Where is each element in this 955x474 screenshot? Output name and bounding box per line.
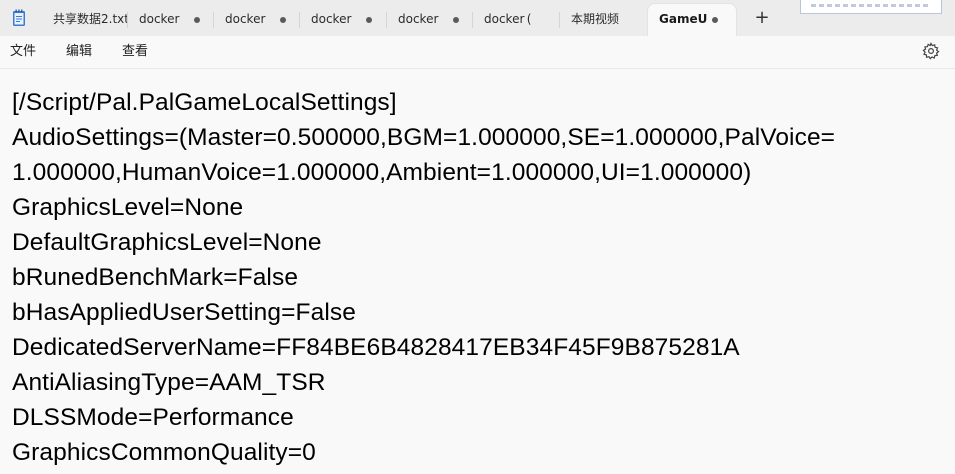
- unsaved-dot-icon: [453, 17, 459, 23]
- editor-line: bRunedBenchMark=False: [12, 264, 299, 291]
- menu-file[interactable]: 文件: [10, 36, 36, 68]
- tab-4[interactable]: docker: [300, 4, 387, 36]
- tab-label: docker: [225, 12, 266, 26]
- tab-bar: 共享数据2.txt docker docker docker docker do…: [0, 0, 955, 36]
- tab-active-gameu[interactable]: GameU: [648, 4, 736, 36]
- tab-label: GameU: [659, 12, 708, 26]
- gear-icon[interactable]: [922, 42, 940, 60]
- tab-label: docker: [398, 12, 439, 26]
- menu-view[interactable]: 查看: [122, 36, 148, 68]
- editor-line: AudioSettings=(Master=0.500000,BGM=1.000…: [12, 124, 836, 151]
- editor-line: DedicatedServerName=FF84BE6B4828417EB34F…: [12, 334, 740, 361]
- unsaved-dot-icon: [712, 17, 718, 23]
- tab-label: docker (: [484, 12, 532, 26]
- tab-5[interactable]: docker: [387, 4, 473, 36]
- tab-3[interactable]: docker: [214, 4, 300, 36]
- editor-line: DLSSMode=Performance: [12, 404, 294, 431]
- tab-label: 共享数据2.txt: [53, 12, 128, 26]
- new-tab-button[interactable]: +: [752, 7, 772, 29]
- editor-line: 1.000000,HumanVoice=1.000000,Ambient=1.0…: [12, 159, 752, 186]
- unsaved-dot-icon: [194, 17, 200, 23]
- editor-line: DefaultGraphicsLevel=None: [12, 229, 322, 256]
- text-editor-area[interactable]: [/Script/Pal.PalGameLocalSettings] Audio…: [0, 69, 955, 474]
- editor-line: GraphicsLevel=None: [12, 194, 244, 221]
- tab-7[interactable]: 本期视频: [560, 4, 646, 36]
- overlapping-window-fragment: [800, 0, 942, 14]
- tab-6[interactable]: docker (: [473, 4, 560, 36]
- menu-edit[interactable]: 编辑: [66, 36, 92, 68]
- tab-label: docker: [311, 12, 352, 26]
- editor-line: AntiAliasingType=AAM_TSR: [12, 369, 326, 396]
- editor-line: bHasAppliedUserSetting=False: [12, 299, 356, 326]
- tab-label: docker: [139, 12, 180, 26]
- unsaved-dot-icon: [366, 17, 372, 23]
- unsaved-dot-icon: [280, 17, 286, 23]
- editor-line: [/Script/Pal.PalGameLocalSettings]: [12, 89, 397, 116]
- menu-bar: 文件 编辑 查看: [0, 36, 955, 69]
- tab-1[interactable]: 共享数据2.txt: [42, 4, 128, 36]
- tab-label: 本期视频: [571, 12, 620, 26]
- notepad-icon[interactable]: [12, 9, 26, 27]
- editor-line: GraphicsCommonQuality=0: [12, 439, 316, 466]
- fragment-text-line: [811, 4, 931, 7]
- tab-2[interactable]: docker: [128, 4, 214, 36]
